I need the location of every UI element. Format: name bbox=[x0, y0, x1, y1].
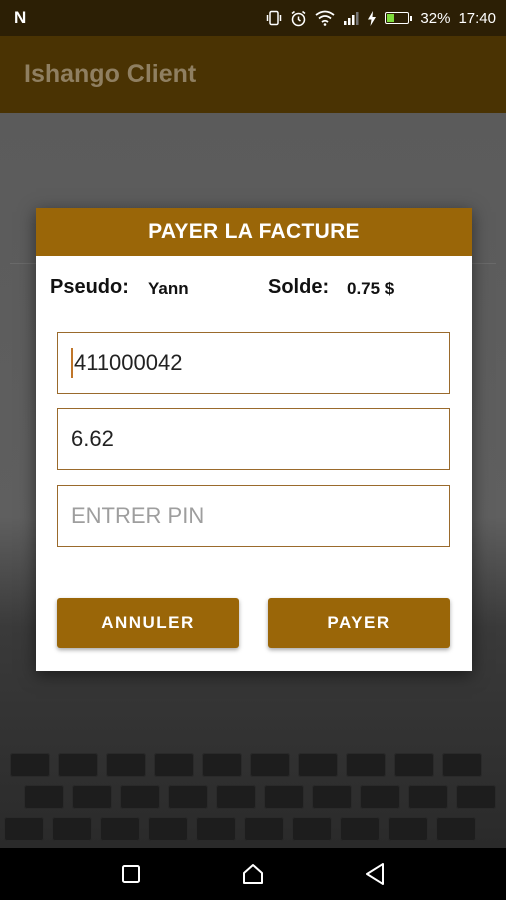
pin-input[interactable] bbox=[71, 503, 449, 529]
solde-label: Solde: bbox=[268, 276, 330, 298]
amount-field[interactable] bbox=[57, 408, 450, 470]
navigation-bar bbox=[0, 848, 506, 900]
home-icon[interactable] bbox=[233, 854, 273, 894]
screen: N 32% 17:40 Ishango Client PAYER LA FACT… bbox=[0, 0, 506, 900]
background-keyboard-image bbox=[0, 733, 506, 848]
account-number-input[interactable] bbox=[73, 350, 449, 376]
status-icons: 32% 17:40 bbox=[266, 10, 496, 27]
vibrate-icon bbox=[266, 10, 282, 26]
dialog-title: PAYER LA FACTURE bbox=[36, 208, 472, 256]
recents-icon[interactable] bbox=[111, 854, 151, 894]
cancel-button[interactable]: ANNULER bbox=[57, 598, 239, 648]
account-number-field[interactable] bbox=[57, 332, 450, 394]
signal-icon bbox=[343, 11, 359, 25]
pay-invoice-dialog: PAYER LA FACTURE Pseudo: Yann Solde: 0.7… bbox=[36, 208, 472, 671]
notification-n-icon: N bbox=[14, 8, 27, 27]
account-info-row: Pseudo: Yann Solde: 0.75 $ bbox=[50, 276, 458, 304]
back-icon[interactable] bbox=[355, 854, 395, 894]
clock: 17:40 bbox=[458, 9, 496, 27]
solde-value: 0.75 $ bbox=[347, 279, 395, 298]
pay-button[interactable]: PAYER bbox=[268, 598, 450, 648]
app-bar: Ishango Client bbox=[0, 36, 506, 113]
app-title: Ishango Client bbox=[24, 60, 197, 88]
battery-icon bbox=[385, 12, 413, 24]
charging-icon bbox=[367, 10, 377, 26]
battery-level-fill bbox=[387, 14, 395, 22]
alarm-icon bbox=[290, 10, 307, 27]
pseudo-label: Pseudo: bbox=[50, 276, 129, 298]
status-bar: N 32% 17:40 bbox=[0, 0, 506, 36]
battery-percent: 32% bbox=[420, 9, 451, 27]
amount-input[interactable] bbox=[71, 426, 449, 452]
wifi-icon bbox=[315, 10, 335, 26]
pin-field[interactable] bbox=[57, 485, 450, 547]
text-cursor bbox=[71, 348, 73, 378]
pseudo-value: Yann bbox=[148, 279, 189, 298]
